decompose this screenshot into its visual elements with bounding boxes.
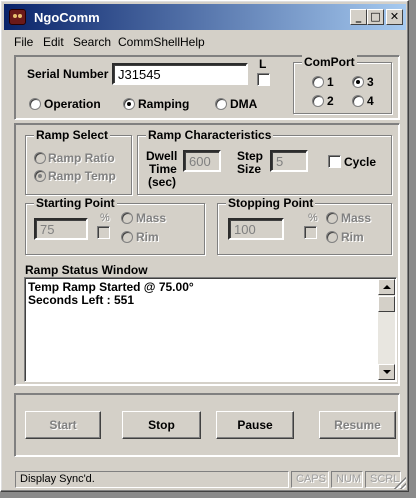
menu-edit[interactable]: Edit bbox=[43, 35, 64, 49]
stopping-point-title: Stopping Point bbox=[226, 196, 316, 210]
resize-grip-icon[interactable] bbox=[394, 477, 406, 489]
comport-group: ComPort 1 3 2 4 bbox=[293, 55, 392, 114]
radio-ramp-temp[interactable] bbox=[34, 170, 46, 182]
radio-start-mass[interactable] bbox=[121, 212, 133, 224]
status-message: Display Sync'd. bbox=[15, 471, 289, 488]
radio-com1[interactable] bbox=[312, 76, 324, 88]
dwell-time-input[interactable]: 600 bbox=[183, 150, 221, 172]
ramp-ratio-label: Ramp Ratio bbox=[48, 151, 115, 165]
connection-panel: Serial Number J31545 L Operation Ramping… bbox=[14, 55, 400, 120]
ramp-status-list[interactable]: Temp Ramp Started @ 75.00° Seconds Left … bbox=[24, 277, 397, 382]
stop-rim-label: Rim bbox=[341, 230, 364, 244]
operation-label: Operation bbox=[44, 97, 101, 111]
stop-mass-label: Mass bbox=[341, 211, 372, 225]
pause-button[interactable]: Pause bbox=[216, 411, 294, 439]
l-checkbox[interactable] bbox=[257, 73, 270, 86]
stop-button[interactable]: Stop bbox=[122, 411, 201, 439]
dwell-label: Dwell bbox=[146, 149, 178, 163]
ramp-characteristics-group: Ramp Characteristics Dwell Time (sec) 60… bbox=[137, 128, 392, 195]
radio-dma[interactable] bbox=[215, 98, 227, 110]
maximize-icon[interactable]: □ bbox=[367, 9, 384, 25]
status-scrollbar[interactable] bbox=[378, 279, 395, 380]
window-title: NgoComm bbox=[34, 10, 100, 25]
ramp-temp-label: Ramp Temp bbox=[48, 169, 116, 183]
menu-help[interactable]: Help bbox=[180, 35, 205, 49]
num-indicator: NUM bbox=[331, 471, 363, 488]
scroll-up-icon[interactable] bbox=[378, 279, 395, 295]
resume-button[interactable]: Resume bbox=[319, 411, 396, 439]
close-icon[interactable]: ✕ bbox=[386, 9, 403, 25]
start-rim-label: Rim bbox=[136, 230, 159, 244]
step-size-input[interactable]: 5 bbox=[270, 150, 308, 172]
radio-ramping[interactable] bbox=[123, 98, 135, 110]
radio-stop-mass[interactable] bbox=[326, 212, 338, 224]
ramp-characteristics-title: Ramp Characteristics bbox=[146, 128, 274, 142]
starting-percent-label: % bbox=[100, 212, 110, 224]
step-label: Step bbox=[237, 149, 264, 163]
ramping-label: Ramping bbox=[138, 97, 190, 111]
status-line: Temp Ramp Started @ 75.00° bbox=[28, 280, 194, 294]
radio-stop-rim[interactable] bbox=[326, 231, 338, 243]
radio-ramp-ratio[interactable] bbox=[34, 152, 46, 164]
radio-operation[interactable] bbox=[29, 98, 41, 110]
radio-com4[interactable] bbox=[352, 95, 364, 107]
menu-file[interactable]: File bbox=[14, 35, 33, 49]
starting-percent-checkbox[interactable] bbox=[97, 226, 110, 239]
stopping-percent-label: % bbox=[308, 212, 318, 224]
radio-com3[interactable] bbox=[352, 76, 364, 88]
ramp-select-title: Ramp Select bbox=[34, 128, 111, 142]
com4-label: 4 bbox=[367, 94, 374, 108]
minimize-icon[interactable]: _ bbox=[350, 9, 367, 25]
stopping-percent-checkbox[interactable] bbox=[304, 226, 317, 239]
sec-label: (sec) bbox=[148, 175, 177, 189]
start-button[interactable]: Start bbox=[25, 411, 101, 439]
dma-label: DMA bbox=[230, 97, 258, 111]
scroll-down-icon[interactable] bbox=[378, 364, 395, 380]
com1-label: 1 bbox=[327, 75, 334, 89]
com2-label: 2 bbox=[327, 94, 334, 108]
stopping-point-group: Stopping Point 100 % Mass Rim bbox=[217, 196, 392, 255]
menu-commshell[interactable]: CommShell bbox=[118, 35, 180, 49]
com3-label: 3 bbox=[367, 75, 374, 89]
cycle-label: Cycle bbox=[344, 155, 377, 169]
status-bar: Display Sync'd. CAPS NUM SCRL bbox=[4, 469, 406, 489]
radio-start-rim[interactable] bbox=[121, 231, 133, 243]
serial-number-input[interactable]: J31545 bbox=[112, 63, 248, 85]
scroll-thumb[interactable] bbox=[378, 296, 395, 312]
menu-bar: File Edit Search CommShell Help bbox=[4, 32, 406, 52]
menu-search[interactable]: Search bbox=[73, 35, 111, 49]
start-mass-label: Mass bbox=[136, 211, 167, 225]
l-label: L bbox=[259, 57, 267, 71]
main-window: NgoComm _ □ ✕ File Edit Search CommShell… bbox=[0, 0, 409, 492]
comport-title: ComPort bbox=[302, 55, 357, 69]
title-bar: NgoComm _ □ ✕ bbox=[4, 4, 406, 30]
control-panel: Start Stop Pause Resume bbox=[14, 393, 400, 457]
ramp-select-group: Ramp Select Ramp Ratio Ramp Temp bbox=[25, 128, 132, 195]
size-label: Size bbox=[237, 162, 262, 176]
caps-indicator: CAPS bbox=[291, 471, 329, 488]
app-icon bbox=[9, 9, 26, 25]
serial-number-label: Serial Number bbox=[27, 67, 109, 81]
radio-com2[interactable] bbox=[312, 95, 324, 107]
time-label: Time bbox=[149, 162, 177, 176]
starting-point-group: Starting Point 75 % Mass Rim bbox=[25, 196, 205, 255]
ramp-status-title: Ramp Status Window bbox=[25, 263, 148, 277]
stopping-point-input[interactable]: 100 bbox=[228, 218, 284, 240]
status-line: Seconds Left : 551 bbox=[28, 293, 135, 307]
starting-point-input[interactable]: 75 bbox=[34, 218, 88, 240]
cycle-checkbox[interactable] bbox=[328, 155, 341, 168]
starting-point-title: Starting Point bbox=[34, 196, 117, 210]
